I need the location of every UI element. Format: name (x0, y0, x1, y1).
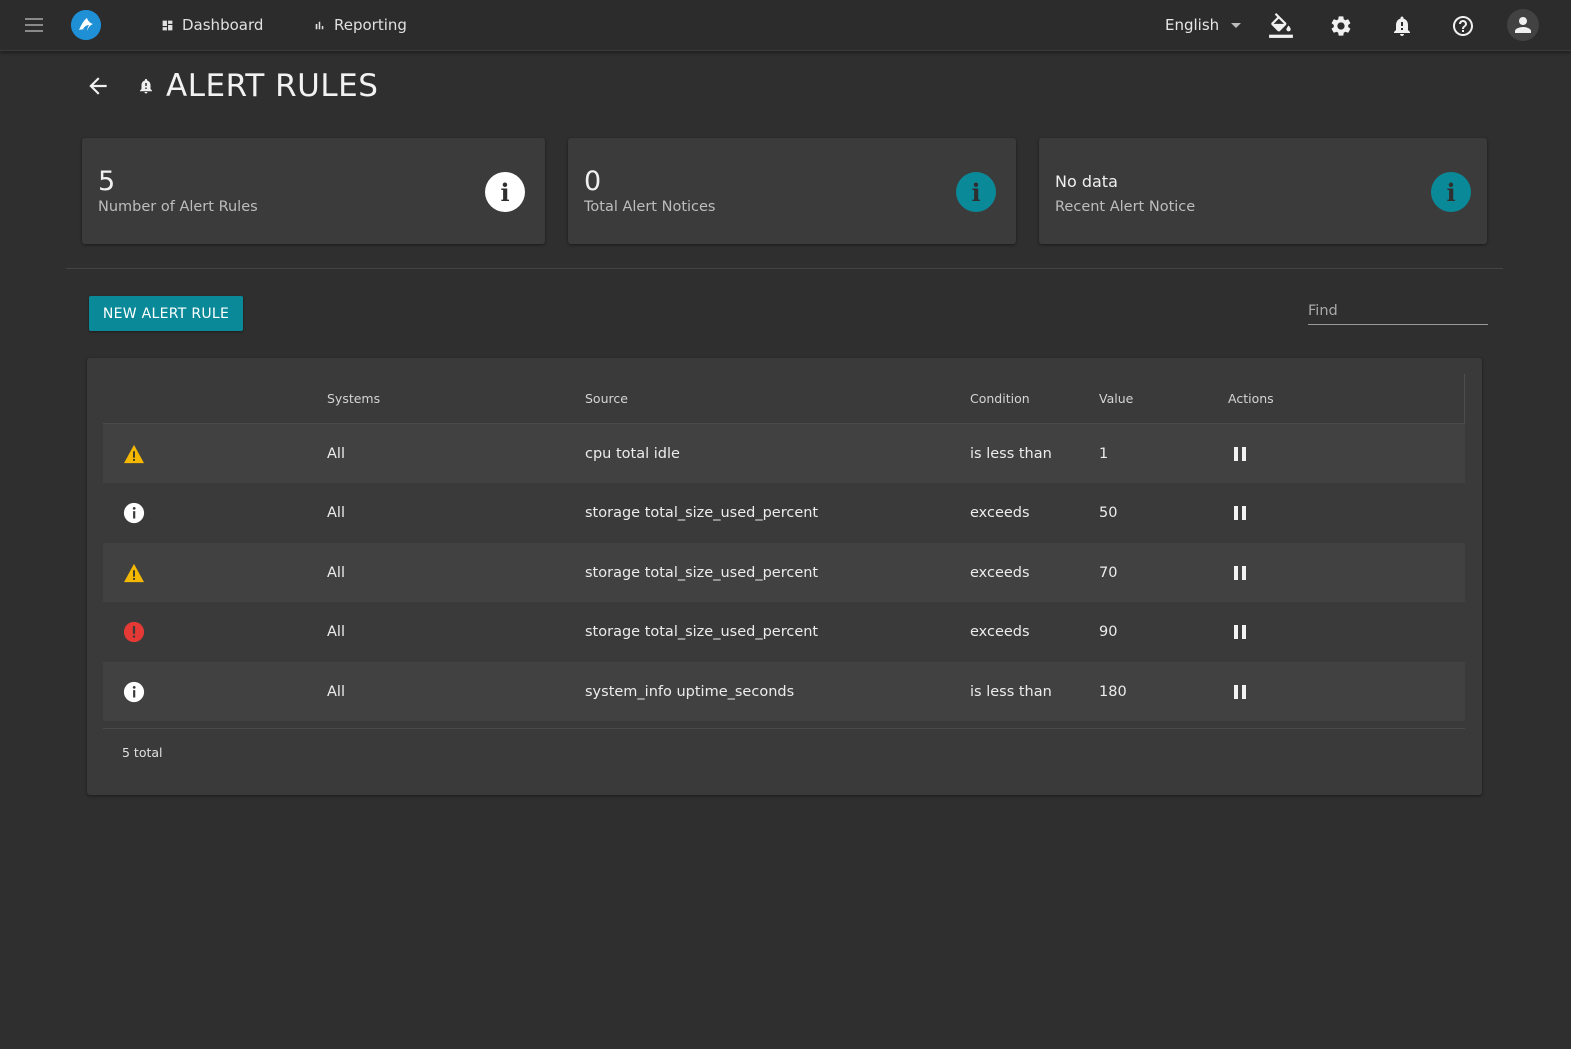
info-icon (123, 502, 145, 524)
cell-condition: is less than (970, 683, 1052, 700)
info-icon (123, 681, 145, 703)
page-header (84, 66, 112, 106)
pause-icon[interactable] (1231, 445, 1249, 463)
cell-systems: All (327, 505, 345, 522)
column-header-systems[interactable]: Systems (327, 391, 380, 406)
menu-icon[interactable] (22, 15, 46, 35)
settings-button[interactable] (1328, 13, 1354, 39)
card-value: No data (1055, 172, 1118, 191)
cell-value: 50 (1099, 505, 1118, 522)
info-icon: i (485, 172, 525, 212)
gear-icon (1331, 16, 1351, 36)
back-button[interactable] (84, 72, 112, 100)
card-label: Recent Alert Notice (1055, 199, 1196, 215)
cell-source: storage total_size_used_percent (585, 564, 819, 581)
arrow-left-icon (89, 77, 107, 95)
user-icon (1515, 17, 1531, 33)
logo-icon (71, 10, 101, 40)
table-row[interactable]: All cpu total idle is less than 1 (103, 424, 1465, 483)
cell-value: 90 (1099, 624, 1118, 641)
cell-condition: exceeds (970, 624, 1030, 641)
column-header-value[interactable]: Value (1099, 391, 1133, 406)
find-field[interactable] (1308, 298, 1488, 325)
cell-condition: exceeds (970, 564, 1030, 581)
paint-bucket-icon (1269, 13, 1293, 38)
cell-systems: All (327, 564, 345, 581)
table-row[interactable]: All storage total_size_used_percent exceed… (103, 484, 1465, 543)
table-row[interactable]: All storage total_size_used_percent exceed… (103, 543, 1465, 603)
table-footer-divider (103, 728, 1465, 729)
card-label: Total Alert Notices (584, 199, 716, 215)
cell-value: 1 (1099, 445, 1109, 462)
pause-icon[interactable] (1231, 564, 1249, 582)
nav-dashboard[interactable]: Dashboard (161, 13, 263, 37)
cell-condition: exceeds (970, 505, 1030, 522)
cell-source: storage total_size_used_percent (585, 624, 819, 641)
column-header-condition[interactable]: Condition (970, 391, 1030, 406)
recent-alert-notice-card: No data Recent Alert Notice i (1039, 138, 1487, 244)
warning-icon (123, 443, 145, 465)
table-row[interactable]: All storage total_size_used_percent exceed… (103, 603, 1465, 662)
language-value: English (1165, 16, 1220, 34)
card-label: Number of Alert Rules (98, 199, 258, 215)
alert-bell-icon (137, 76, 155, 100)
nav-dashboard-label: Dashboard (182, 16, 264, 34)
error-icon (123, 621, 145, 643)
notifications-button[interactable] (1389, 13, 1415, 39)
bell-alert-icon (1394, 16, 1410, 36)
account-button[interactable] (1507, 9, 1539, 41)
cell-source: cpu total idle (585, 445, 680, 462)
language-select[interactable]: English (1165, 13, 1242, 37)
column-header-source[interactable]: Source (585, 391, 628, 406)
pause-icon[interactable] (1231, 623, 1249, 641)
cell-source: system_info uptime_seconds (585, 683, 795, 700)
alert-rules-table: Systems Source Condition Value Actions A… (87, 358, 1482, 795)
card-value: 5 (98, 166, 116, 197)
page-title: ALERT RULES (166, 68, 379, 104)
pause-icon[interactable] (1231, 683, 1249, 701)
nav-reporting[interactable]: Reporting (313, 13, 407, 37)
app-logo[interactable] (71, 10, 101, 40)
card-value: 0 (584, 166, 602, 197)
find-input[interactable] (1308, 298, 1488, 324)
cell-systems: All (327, 683, 345, 700)
table-total-count: 5 total (122, 745, 163, 760)
section-divider (66, 268, 1503, 269)
theme-button[interactable] (1268, 13, 1294, 39)
help-icon (1453, 16, 1473, 36)
cell-condition: is less than (970, 445, 1052, 462)
top-app-bar: Dashboard Reporting English (0, 0, 1571, 51)
warning-icon (123, 562, 145, 584)
dashboard-icon (162, 20, 173, 30)
bar-chart-icon (315, 21, 324, 29)
table-row[interactable]: All system_info uptime_seconds is less tha… (103, 662, 1465, 722)
cell-systems: All (327, 445, 345, 462)
cell-value: 70 (1099, 564, 1118, 581)
pause-icon[interactable] (1231, 504, 1249, 522)
alert-notices-count-card: 0 Total Alert Notices i (568, 138, 1016, 244)
help-button[interactable] (1450, 13, 1476, 39)
nav-reporting-label: Reporting (334, 16, 407, 34)
new-alert-rule-button[interactable]: NEW ALERT RULE (89, 296, 243, 331)
cell-source: storage total_size_used_percent (585, 505, 819, 522)
info-icon: i (1431, 172, 1471, 212)
column-header-actions: Actions (1228, 391, 1274, 406)
cell-value: 180 (1099, 683, 1127, 700)
alert-rules-count-card: 5 Number of Alert Rules i (82, 138, 545, 244)
chevron-down-icon (1231, 22, 1242, 28)
table-header: Systems Source Condition Value Actions (103, 374, 1465, 424)
cell-systems: All (327, 624, 345, 641)
info-icon: i (956, 172, 996, 212)
